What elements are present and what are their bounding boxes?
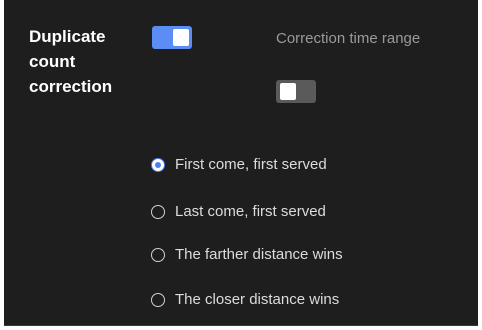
label-line-1: Duplicate — [29, 27, 106, 46]
correction-time-range-toggle[interactable] — [276, 80, 316, 103]
label-line-2: count — [29, 52, 76, 71]
duplicate-count-correction-label: Duplicate count correction — [29, 24, 139, 99]
radio-farther-distance-wins[interactable]: The farther distance wins — [151, 244, 343, 266]
settings-panel: Duplicate count correction Correction ti… — [4, 0, 478, 326]
radio-closer-distance-wins[interactable]: The closer distance wins — [151, 289, 339, 311]
radio-unselected-icon — [151, 248, 165, 262]
radio-label: The closer distance wins — [175, 291, 340, 308]
radio-first-come-first-served[interactable]: First come, first served — [151, 154, 327, 176]
radio-label: The farther distance wins — [175, 246, 343, 263]
label-line-3: correction — [29, 77, 113, 96]
duplicate-count-correction-toggle[interactable] — [152, 26, 192, 49]
toggle-knob — [173, 29, 189, 46]
radio-unselected-icon — [151, 205, 165, 219]
radio-unselected-icon — [151, 293, 165, 307]
radio-label: Last come, first served — [175, 203, 326, 220]
radio-label: First come, first served — [175, 156, 327, 173]
correction-time-range-label: Correction time range — [276, 30, 421, 47]
toggle-knob — [280, 83, 296, 100]
radio-last-come-first-served[interactable]: Last come, first served — [151, 201, 326, 223]
radio-selected-icon — [151, 158, 165, 172]
